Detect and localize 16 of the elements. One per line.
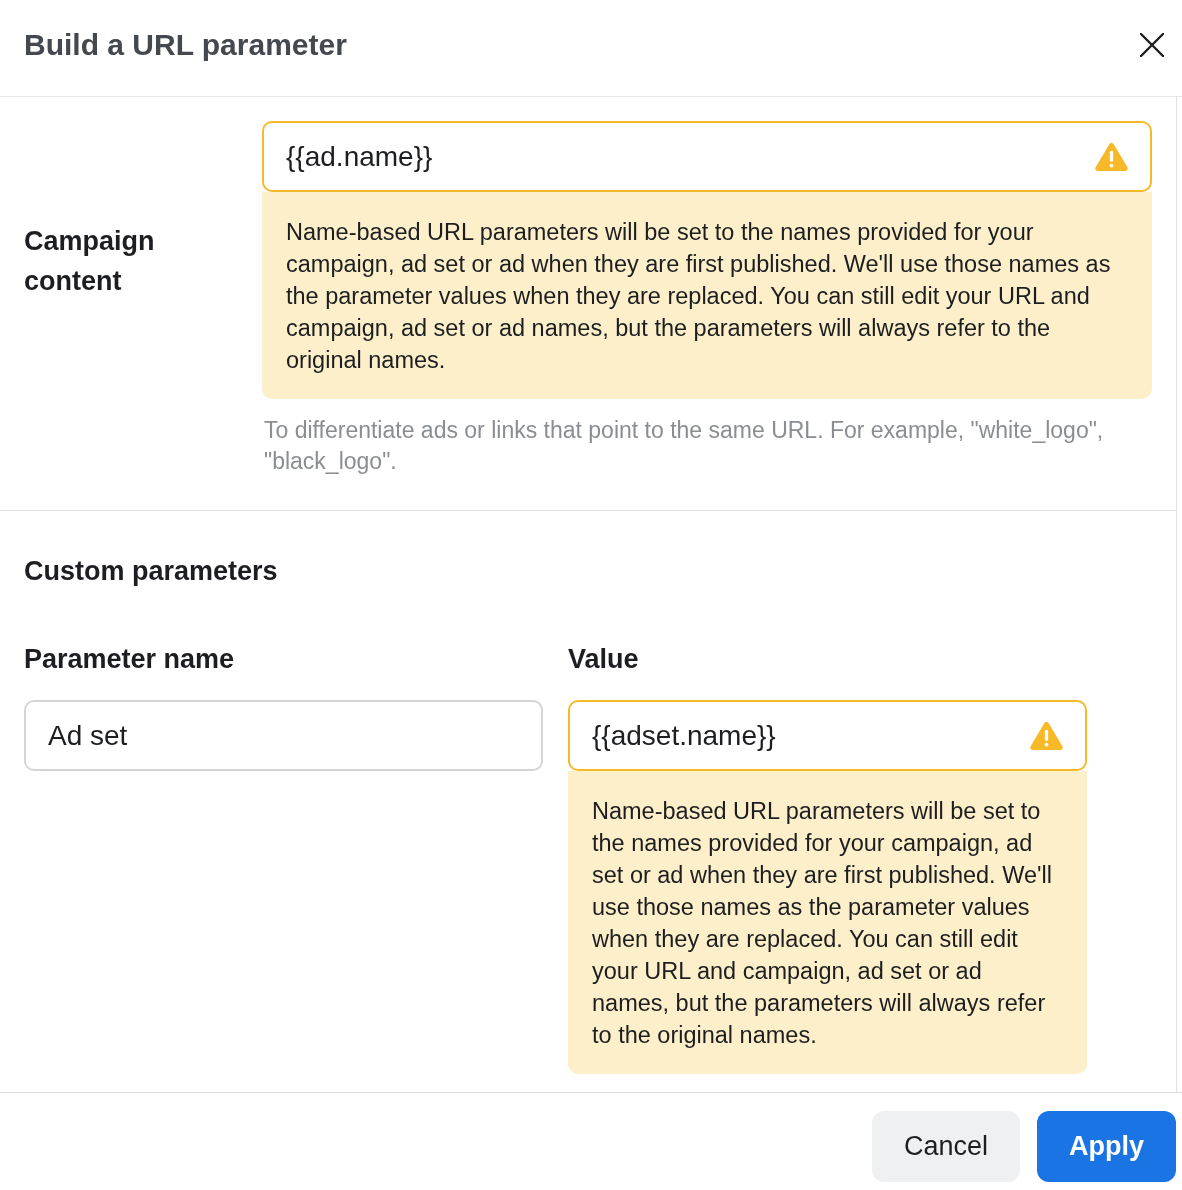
warning-icon <box>1095 142 1128 171</box>
field-label: Campaign content <box>24 225 156 298</box>
cancel-button[interactable]: Cancel <box>871 1111 1020 1182</box>
text-field[interactable]: Ad set <box>24 700 543 771</box>
section-heading: Custom parameters <box>24 555 279 588</box>
warning-message: Name-based URL parameters will be set to the names provided for your campaign, ad set or ad when they are first published. We'll use those names as the parameter values when they are replaced. You can still edit your URL and campaign, ad set or ad names, but the parameters will always refer to the original names. <box>568 771 1087 1074</box>
text-field[interactable]: {{ad.name}} <box>262 121 1152 192</box>
warning-icon <box>1030 721 1063 750</box>
help-text: To differentiate ads or links that point to the same URL. For example, "white_logo", "black_logo". <box>263 416 1105 476</box>
warning-message: Name-based URL parameters will be set to the names provided for your campaign, ad set or ad when they are first published. We'll use those names as the parameter values when they are replaced. You can still edit your URL and campaign, ad set or ad names, but the parameters will always refer to the original names. <box>262 192 1152 399</box>
apply-button[interactable]: Apply <box>1037 1111 1176 1182</box>
text-field[interactable]: {{adset.name}} <box>568 700 1087 771</box>
column-heading: Parameter name <box>24 643 236 676</box>
close-icon <box>1140 33 1164 57</box>
dialog-title: Build a URL parameter <box>24 27 347 63</box>
column-heading: Value <box>568 643 640 676</box>
